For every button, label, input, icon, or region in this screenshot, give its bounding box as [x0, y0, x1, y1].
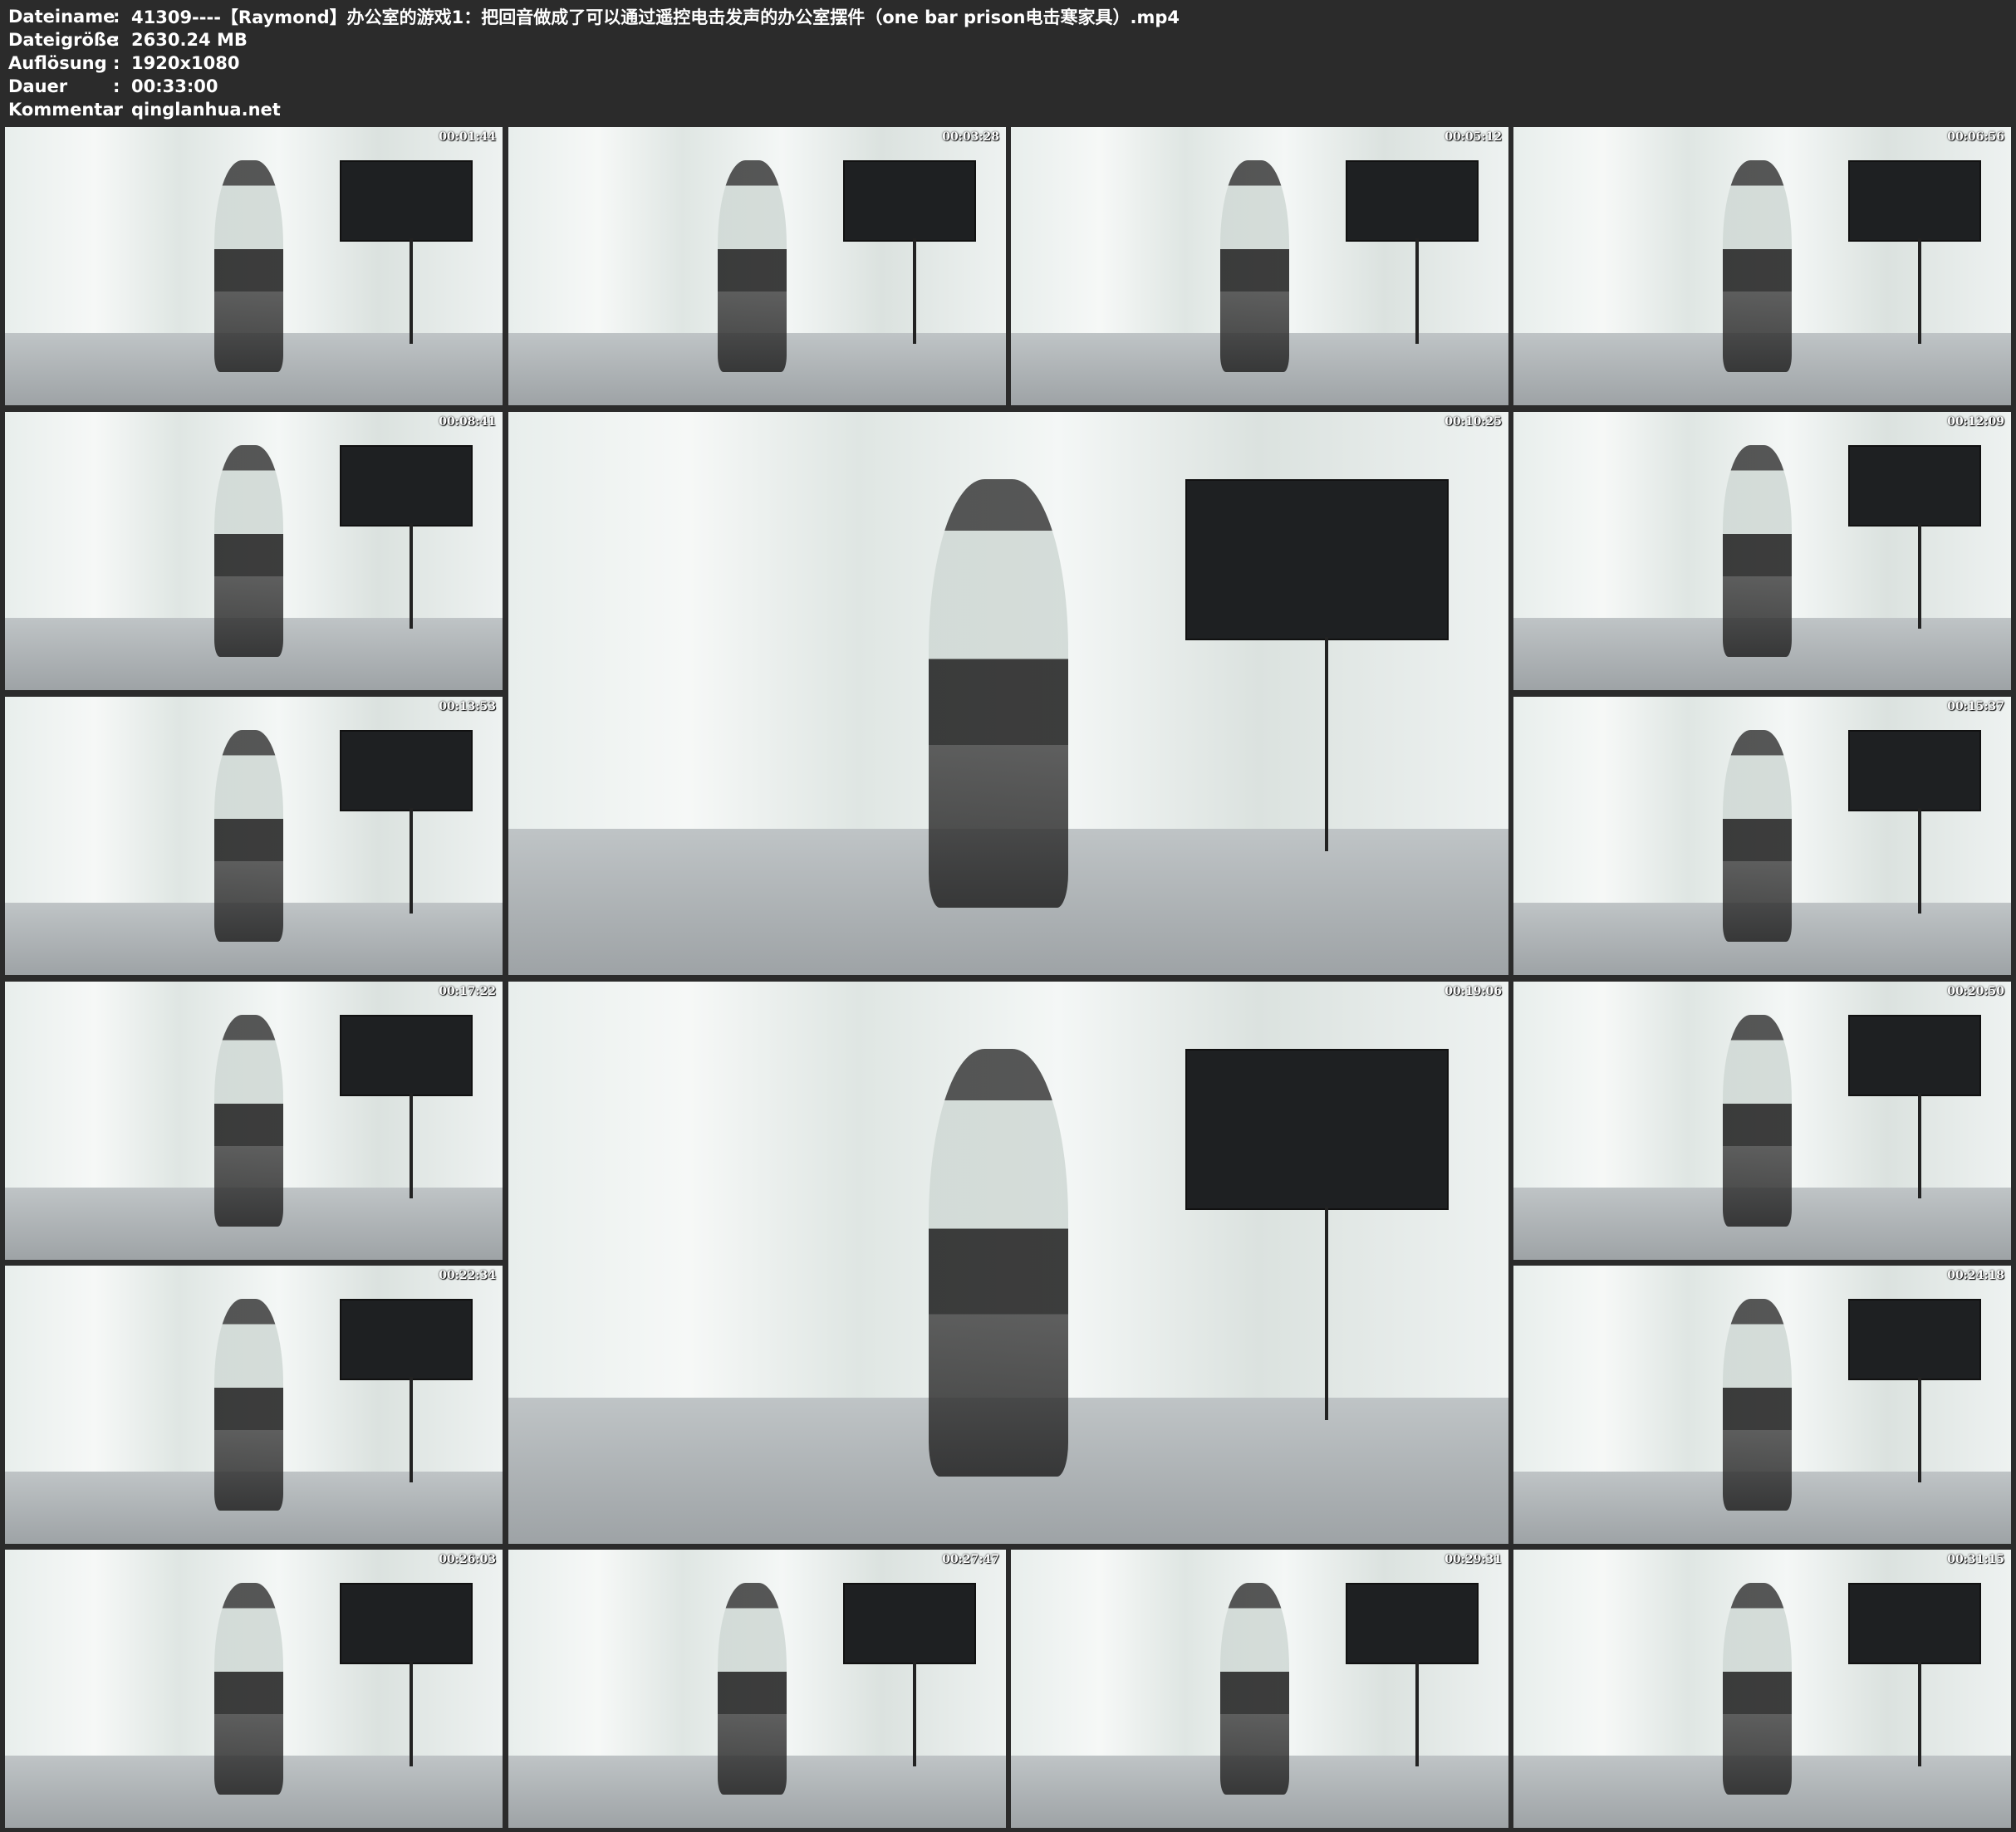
thumbnail-timestamp: 00:17:22 — [439, 985, 496, 998]
scene-figure — [928, 479, 1069, 908]
thumbnail-timestamp: 00:15:37 — [1947, 700, 2004, 713]
scene-tv-stand — [1918, 238, 1922, 345]
scene-tv-stand — [1918, 1377, 1922, 1483]
scene-tv-screen — [340, 445, 473, 527]
scene-figure — [213, 445, 284, 657]
video-thumbnail: 00:06:56 — [1513, 127, 2011, 405]
thumbnail-timestamp: 00:27:47 — [942, 1553, 999, 1566]
video-thumbnail: 00:17:22 — [5, 982, 503, 1260]
video-thumbnail: 00:31:15 — [1513, 1550, 2011, 1828]
scene-tv-screen — [1346, 1583, 1479, 1664]
thumbnail-grid: 00:01:44 00:03:28 00:05:12 00:06:56 00:08:41… — [0, 0, 2016, 1832]
scene-figure — [1722, 1583, 1793, 1795]
video-thumbnail: 00:26:03 — [5, 1550, 503, 1828]
scene-figure — [1722, 1299, 1793, 1511]
video-thumbnail: 00:19:06 — [508, 982, 1508, 1544]
scene-figure — [213, 160, 284, 372]
scene-figure — [1219, 1583, 1290, 1795]
thumbnail-timestamp: 00:03:28 — [942, 130, 999, 144]
scene-tv-screen — [1185, 1049, 1449, 1210]
scene-figure — [1722, 730, 1793, 942]
scene-figure — [213, 1299, 284, 1511]
scene-figure — [1722, 160, 1793, 372]
video-thumbnail: 00:27:47 — [508, 1550, 1006, 1828]
thumbnail-timestamp: 00:22:34 — [439, 1269, 496, 1282]
scene-tv-stand — [410, 523, 414, 629]
scene-figure — [1722, 445, 1793, 657]
scene-tv-screen — [340, 1015, 473, 1096]
video-thumbnail: 00:22:34 — [5, 1266, 503, 1544]
thumbnail-timestamp: 00:31:15 — [1947, 1553, 2004, 1566]
thumbnail-timestamp: 00:10:25 — [1445, 415, 1502, 429]
scene-tv-stand — [1918, 1661, 1922, 1767]
video-thumbnail: 00:29:31 — [1011, 1550, 1508, 1828]
video-thumbnail: 00:13:53 — [5, 697, 503, 975]
thumbnail-timestamp: 00:24:18 — [1947, 1269, 2004, 1282]
scene-figure — [213, 730, 284, 942]
scene-tv-stand — [1415, 1661, 1420, 1767]
scene-tv-screen — [1848, 730, 1982, 811]
thumbnail-timestamp: 00:13:53 — [439, 700, 496, 713]
scene-tv-screen — [843, 160, 977, 242]
thumbnail-timestamp: 00:20:50 — [1947, 985, 2004, 998]
scene-figure — [1219, 160, 1290, 372]
scene-tv-stand — [410, 1661, 414, 1767]
scene-figure — [717, 160, 787, 372]
scene-tv-screen — [1185, 479, 1449, 641]
scene-figure — [213, 1015, 284, 1227]
scene-tv-screen — [1848, 1015, 1982, 1096]
scene-tv-stand — [1325, 637, 1329, 851]
scene-tv-screen — [1848, 445, 1982, 527]
video-thumbnail: 00:15:37 — [1513, 697, 2011, 975]
scene-tv-stand — [410, 238, 414, 345]
scene-tv-screen — [340, 730, 473, 811]
scene-tv-stand — [913, 1661, 917, 1767]
scene-tv-stand — [1918, 808, 1922, 914]
thumbnail-timestamp: 00:05:12 — [1445, 130, 1502, 144]
scene-tv-stand — [1325, 1206, 1329, 1421]
scene-tv-stand — [1415, 238, 1420, 345]
video-thumbnail: 00:05:12 — [1011, 127, 1508, 405]
scene-tv-screen — [340, 160, 473, 242]
scene-figure — [928, 1049, 1069, 1477]
video-thumbnail: 00:20:50 — [1513, 982, 2011, 1260]
scene-tv-stand — [410, 808, 414, 914]
video-thumbnail: 00:12:09 — [1513, 412, 2011, 690]
video-thumbnail: 00:03:28 — [508, 127, 1006, 405]
scene-tv-screen — [340, 1583, 473, 1664]
thumbnail-timestamp: 00:12:09 — [1947, 415, 2004, 429]
video-thumbnail: 00:01:44 — [5, 127, 503, 405]
scene-figure — [213, 1583, 284, 1795]
scene-tv-screen — [1848, 1583, 1982, 1664]
video-thumbnail: 00:08:41 — [5, 412, 503, 690]
scene-tv-screen — [1848, 160, 1982, 242]
scene-tv-stand — [410, 1093, 414, 1199]
thumbnail-timestamp: 00:29:31 — [1445, 1553, 1502, 1566]
thumbnail-timestamp: 00:19:06 — [1445, 985, 1502, 998]
scene-tv-screen — [1848, 1299, 1982, 1380]
thumbnail-timestamp: 00:26:03 — [439, 1553, 496, 1566]
thumbnail-timestamp: 00:01:44 — [439, 130, 496, 144]
scene-tv-stand — [913, 238, 917, 345]
thumbnail-timestamp: 00:06:56 — [1947, 130, 2004, 144]
scene-tv-stand — [410, 1377, 414, 1483]
scene-figure — [717, 1583, 787, 1795]
video-thumbnail: 00:24:18 — [1513, 1266, 2011, 1544]
scene-tv-screen — [1346, 160, 1479, 242]
thumbnail-timestamp: 00:08:41 — [439, 415, 496, 429]
scene-figure — [1722, 1015, 1793, 1227]
scene-tv-stand — [1918, 523, 1922, 629]
scene-tv-screen — [340, 1299, 473, 1380]
scene-tv-stand — [1918, 1093, 1922, 1199]
video-thumbnail: 00:10:25 — [508, 412, 1508, 975]
scene-tv-screen — [843, 1583, 977, 1664]
